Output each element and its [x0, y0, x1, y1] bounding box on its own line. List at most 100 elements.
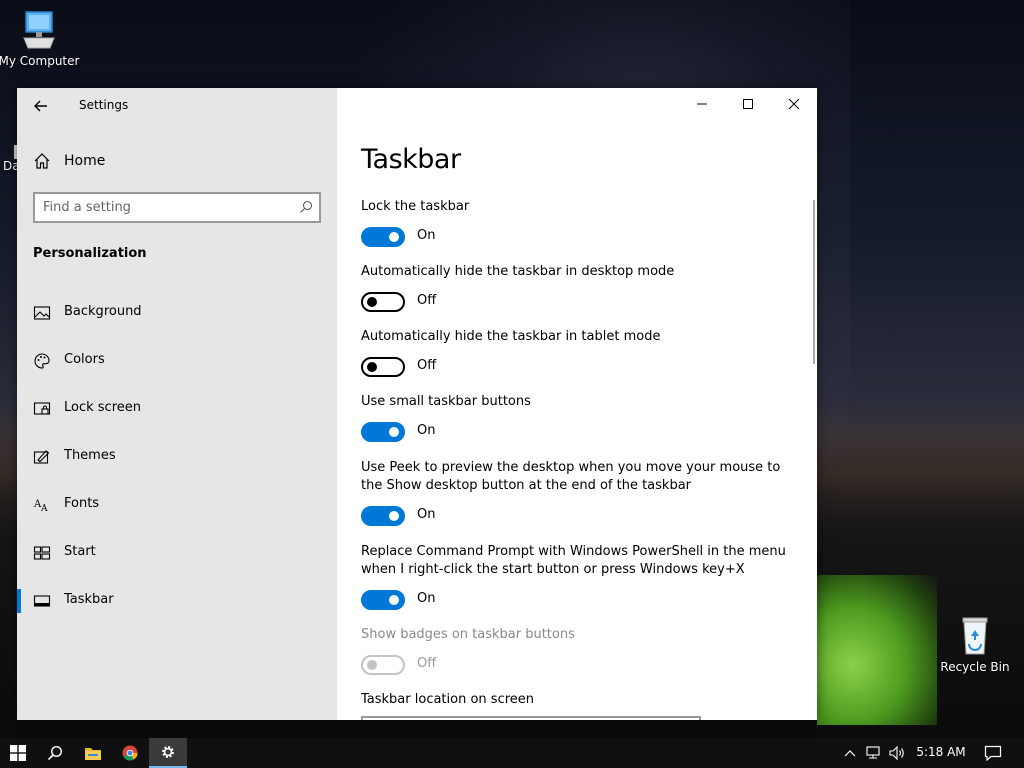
close-icon [788, 98, 800, 110]
toggle-state: Off [417, 293, 437, 308]
sidebar-item-label: Background [64, 304, 142, 319]
autohide-tablet-toggle[interactable] [361, 357, 405, 377]
back-button[interactable] [29, 94, 53, 118]
toggle-state: On [417, 423, 436, 438]
desktop-icon-recycle-bin[interactable]: Recycle Bin [932, 614, 1018, 674]
sidebar-item-home[interactable]: Home [33, 150, 323, 174]
svg-text:A: A [40, 504, 48, 514]
toggle-knob [367, 660, 377, 670]
chrome-icon [122, 745, 138, 761]
taskbar-location-dropdown[interactable] [361, 716, 701, 720]
setting-title: Use small taskbar buttons [361, 394, 531, 409]
desktop-icon-my-computer[interactable]: My Computer [0, 8, 82, 68]
palette-icon [34, 353, 50, 369]
maximize-button[interactable] [725, 88, 771, 120]
gear-icon [162, 746, 174, 758]
sidebar-item-lock-screen[interactable]: Lock screen [17, 389, 337, 429]
minimize-button[interactable] [679, 88, 725, 120]
network-button[interactable] [862, 738, 886, 768]
action-center-button[interactable] [978, 738, 1008, 768]
taskbar-icon [33, 595, 51, 607]
setting-peek: Use Peek to preview the desktop when you… [361, 459, 801, 528]
lock-screen-icon [33, 402, 51, 415]
sidebar-item-label: Lock screen [64, 400, 141, 415]
sidebar-item-label: Start [64, 544, 96, 559]
chrome-button[interactable] [112, 738, 150, 768]
sidebar-item-taskbar[interactable]: Taskbar [17, 581, 337, 621]
search-icon [47, 745, 63, 761]
peek-toggle[interactable] [361, 506, 405, 526]
speaker-icon [889, 746, 904, 760]
search-box[interactable] [33, 192, 321, 223]
fonts-icon: A A [33, 499, 48, 514]
setting-autohide-tablet: Automatically hide the taskbar in tablet… [361, 328, 801, 379]
toggle-state: On [417, 507, 436, 522]
maximize-icon [743, 99, 753, 109]
toggle-knob [389, 232, 399, 242]
lock-taskbar-toggle[interactable] [361, 227, 405, 247]
close-button[interactable] [771, 88, 817, 120]
arrow-left-icon [34, 100, 47, 112]
search-icon[interactable] [299, 200, 313, 214]
desktop-icon-label: My Computer [0, 54, 80, 68]
toggle-knob [389, 427, 399, 437]
setting-title: Replace Command Prompt with Windows Powe… [361, 544, 786, 577]
sidebar-item-colors[interactable]: Colors [17, 341, 337, 381]
minimize-icon [697, 103, 707, 105]
folder-icon [85, 748, 101, 760]
sidebar-item-fonts[interactable]: A A Fonts [17, 485, 337, 525]
sidebar-item-start[interactable]: Start [17, 533, 337, 573]
computer-icon [23, 11, 55, 49]
network-icon [866, 746, 880, 759]
settings-taskbar-button[interactable] [149, 738, 187, 768]
setting-title: Automatically hide the taskbar in tablet… [361, 329, 661, 344]
show-hidden-icons-button[interactable] [838, 738, 862, 768]
home-icon [34, 153, 50, 169]
setting-title: Taskbar location on screen [361, 692, 535, 707]
start-button[interactable] [0, 738, 38, 768]
notification-icon [984, 745, 1002, 761]
setting-title: Show badges on taskbar buttons [361, 627, 575, 642]
small-buttons-toggle[interactable] [361, 422, 405, 442]
window-title: Settings [79, 98, 129, 112]
setting-powershell: Replace Command Prompt with Windows Powe… [361, 543, 801, 612]
setting-lock-taskbar: Lock the taskbar On [361, 198, 801, 249]
sidebar: Settings Home Personalization Background [17, 88, 337, 720]
setting-small-buttons: Use small taskbar buttons On [361, 393, 801, 444]
autohide-desktop-toggle[interactable] [361, 292, 405, 312]
toggle-state: Off [417, 656, 437, 671]
chevron-up-icon [844, 750, 856, 757]
desktop-icon-label: Recycle Bin [940, 660, 1010, 674]
volume-button[interactable] [886, 738, 910, 768]
sidebar-item-label: Themes [64, 448, 116, 463]
picture-icon [33, 306, 51, 320]
themes-icon [33, 450, 50, 464]
toggle-knob [389, 511, 399, 521]
main-content: Taskbar Lock the taskbar On Automaticall… [337, 88, 817, 720]
setting-autohide-desktop: Automatically hide the taskbar in deskto… [361, 263, 801, 314]
wallpaper-tent [817, 575, 937, 725]
sidebar-item-label: Colors [64, 352, 105, 367]
setting-title: Automatically hide the taskbar in deskto… [361, 264, 675, 279]
sidebar-item-label: Home [64, 153, 106, 169]
sidebar-item-background[interactable]: Background [17, 293, 337, 333]
section-title: Personalization [33, 246, 147, 261]
start-icon [33, 546, 51, 560]
toggle-state: Off [417, 358, 437, 373]
toggle-knob [367, 362, 377, 372]
scrollbar[interactable] [813, 200, 815, 364]
setting-badges: Show badges on taskbar buttons Off [361, 626, 801, 677]
page-title: Taskbar [361, 144, 461, 175]
toggle-knob [389, 595, 399, 605]
search-input[interactable] [43, 199, 283, 216]
toggle-state: On [417, 228, 436, 243]
powershell-toggle[interactable] [361, 590, 405, 610]
setting-title: Use Peek to preview the desktop when you… [361, 460, 781, 493]
toggle-state: On [417, 591, 436, 606]
search-taskbar-button[interactable] [36, 738, 74, 768]
clock[interactable]: 5:18 AM [911, 745, 971, 759]
settings-window: Settings Home Personalization Background [17, 88, 817, 720]
sidebar-item-themes[interactable]: Themes [17, 437, 337, 477]
recycle-bin-icon [962, 617, 988, 655]
file-explorer-button[interactable] [74, 738, 112, 768]
